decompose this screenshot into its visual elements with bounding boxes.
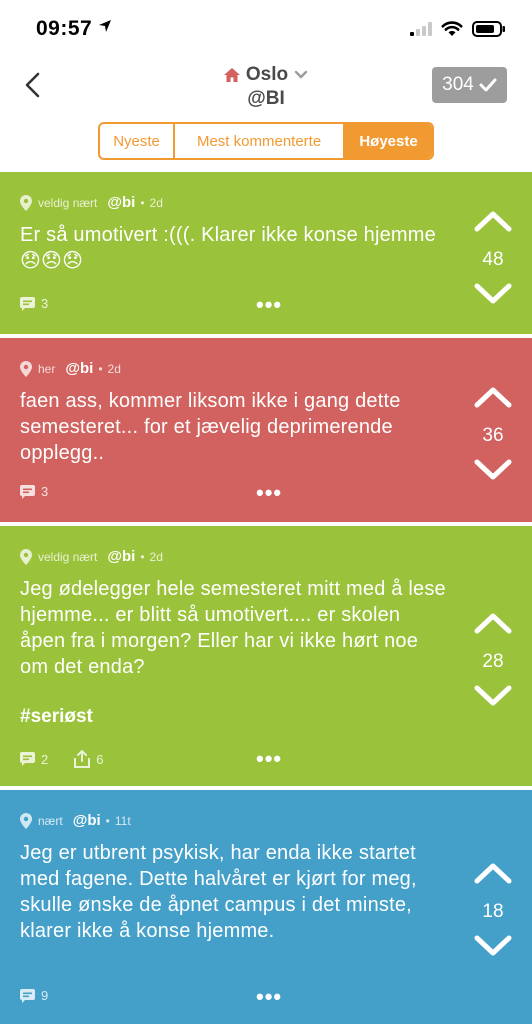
header: Oslo @BI 304 Nyeste Mest kommenterte Høy…	[0, 58, 532, 168]
status-time: 09:57	[36, 17, 93, 40]
post-text: faen ass, kommer liksom ikke i gang dett…	[20, 390, 401, 464]
comment-icon[interactable]	[20, 484, 35, 499]
post-card[interactable]: her @bi • 2d faen ass, kommer liksom ikk…	[0, 338, 532, 522]
post-card[interactable]: nært @bi • 11t Jeg er utbrent psykisk, h…	[0, 790, 532, 1024]
post-footer: 2 6	[20, 750, 103, 768]
post-location: nært	[38, 813, 63, 828]
location-pin-icon	[20, 194, 32, 211]
location-arrow-icon	[99, 20, 111, 32]
post-handle: @bi	[107, 548, 136, 565]
post-location: her	[38, 361, 56, 376]
location-pin-icon	[20, 360, 32, 377]
post-card[interactable]: veldig nært @bi • 2d Er så umotivert :((…	[0, 172, 532, 334]
post-location: veldig nært	[38, 195, 98, 210]
upvote-icon[interactable]	[474, 386, 512, 408]
comment-icon[interactable]	[20, 988, 35, 1003]
downvote-icon[interactable]	[474, 283, 512, 305]
post-handle: @bi	[65, 360, 94, 377]
post-footer: 9	[20, 988, 48, 1003]
vote-score: 28	[482, 651, 504, 672]
comment-count: 9	[41, 988, 49, 1003]
vote-controls: 18	[472, 862, 514, 962]
more-options-icon[interactable]: •••	[256, 482, 282, 504]
tab-nyeste[interactable]: Nyeste	[100, 124, 176, 158]
post-handle: @bi	[72, 812, 101, 829]
wifi-icon	[441, 21, 463, 36]
upvote-icon[interactable]	[474, 612, 512, 634]
post-footer: 3	[20, 484, 48, 499]
karma-badge[interactable]: 304	[432, 67, 507, 103]
post-footer: 3	[20, 296, 48, 311]
more-options-icon[interactable]: •••	[256, 748, 282, 770]
post-time: 2d	[149, 549, 163, 564]
status-bar: 09:57	[0, 0, 532, 58]
post-text: Jeg ødelegger hele semesteret mitt med å…	[20, 578, 446, 678]
post-text: Er så umotivert :(((. Klarer ikke konse …	[20, 224, 436, 272]
post-meta: her @bi • 2d	[20, 360, 121, 377]
karma-count: 304	[442, 74, 474, 95]
upvote-icon[interactable]	[474, 862, 512, 884]
post-time: 2d	[107, 361, 121, 376]
vote-controls: 36	[472, 386, 514, 486]
tab-hoyeste[interactable]: Høyeste	[345, 124, 432, 158]
page-title: Oslo	[245, 64, 289, 85]
more-options-icon[interactable]: •••	[256, 294, 282, 316]
post-text: Jeg er utbrent psykisk, har enda ikke st…	[20, 842, 417, 942]
post-meta: veldig nært @bi • 2d	[20, 194, 163, 211]
post-card[interactable]: veldig nært @bi • 2d Jeg ødelegger hele …	[0, 526, 532, 786]
post-handle: @bi	[107, 194, 136, 211]
comment-icon[interactable]	[20, 752, 35, 766]
post-location: veldig nært	[38, 549, 98, 564]
vote-controls: 28	[472, 612, 514, 712]
check-icon	[479, 78, 497, 92]
downvote-icon[interactable]	[474, 935, 512, 957]
post-meta: veldig nært @bi • 2d	[20, 548, 163, 565]
comment-icon[interactable]	[20, 296, 35, 311]
vote-score: 48	[482, 249, 504, 270]
downvote-icon[interactable]	[474, 459, 512, 481]
post-time: 2d	[149, 195, 163, 210]
chevron-down-icon[interactable]	[294, 70, 308, 80]
signal-icon	[410, 22, 432, 36]
post-meta: nært @bi • 11t	[20, 812, 131, 829]
downvote-icon[interactable]	[474, 685, 512, 707]
post-hashtag[interactable]: #seriøst	[20, 706, 93, 728]
upvote-icon[interactable]	[474, 210, 512, 232]
sort-tabs: Nyeste Mest kommenterte Høyeste	[98, 122, 434, 160]
vote-controls: 48	[472, 210, 514, 310]
location-pin-icon	[20, 548, 32, 565]
location-pin-icon	[20, 812, 32, 829]
post-time: 11t	[114, 813, 131, 828]
share-count: 6	[96, 751, 104, 767]
more-options-icon[interactable]: •••	[256, 986, 282, 1008]
battery-icon	[472, 21, 505, 37]
comment-count: 2	[41, 751, 49, 767]
vote-score: 18	[482, 901, 504, 922]
vote-score: 36	[482, 425, 504, 446]
comment-count: 3	[41, 296, 49, 311]
comment-count: 3	[41, 484, 49, 499]
home-icon	[223, 68, 240, 82]
share-icon[interactable]	[74, 750, 91, 768]
tab-mest-kommenterte[interactable]: Mest kommenterte	[175, 124, 346, 158]
